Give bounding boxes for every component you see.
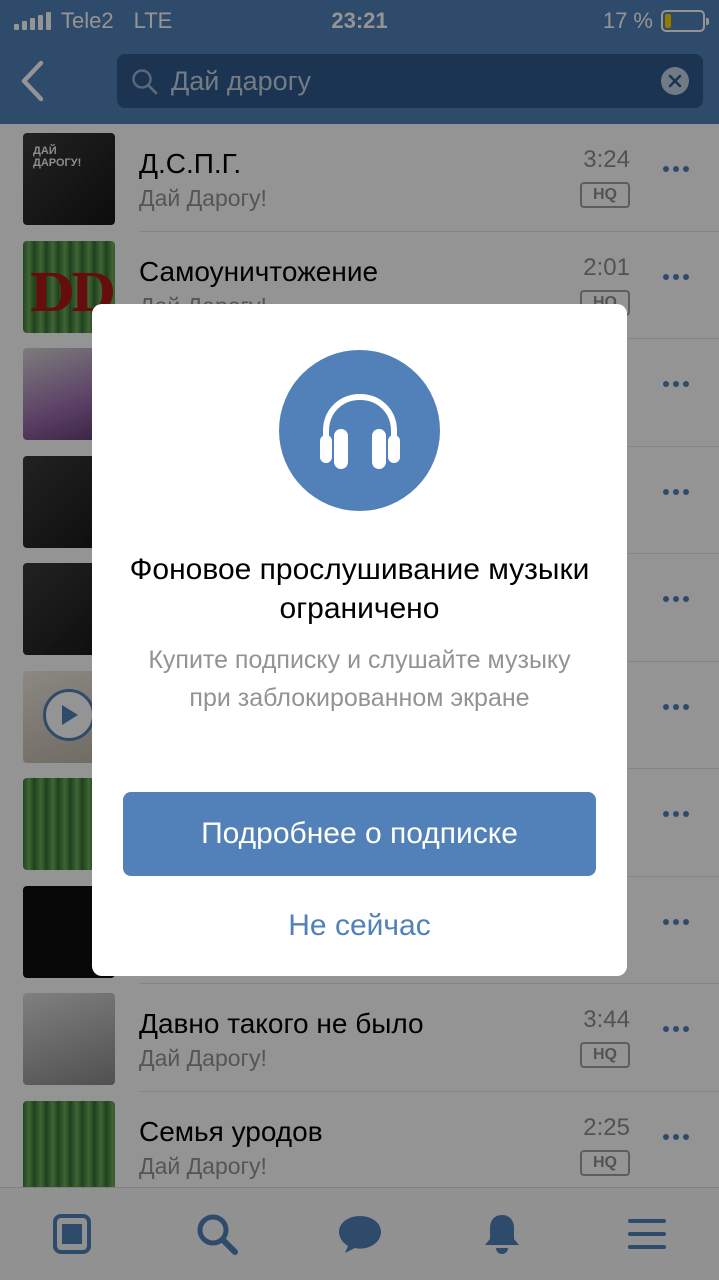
headphones-icon — [319, 393, 400, 469]
dialog-description: Купите подписку и слушайте музыку при за… — [148, 646, 571, 712]
dialog-title: Фоновое прослушивание музыки ограничено — [129, 553, 590, 625]
subscription-details-button[interactable]: Подробнее о подписке — [123, 792, 596, 876]
subscription-dialog: Фоновое прослушивание музыки ограничено … — [92, 304, 627, 976]
headphones-badge — [279, 350, 440, 511]
not-now-button[interactable]: Не сейчас — [123, 898, 596, 954]
